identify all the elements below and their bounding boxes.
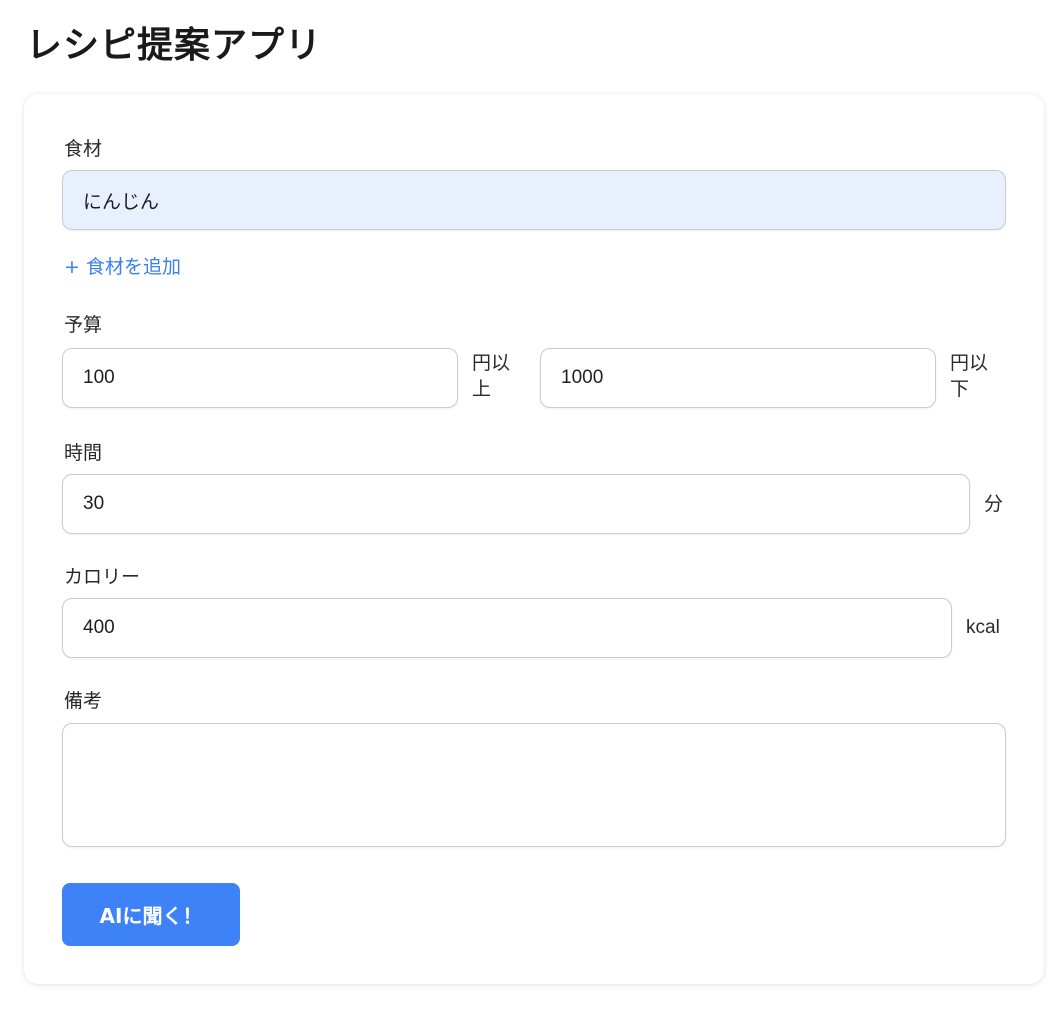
page-title: レシピ提案アプリ: [26, 25, 323, 66]
notes-textarea[interactable]: [62, 723, 1006, 847]
calories-unit: kcal: [966, 617, 1000, 638]
budget-min-unit: 円以上: [472, 352, 511, 400]
time-unit: 分: [984, 493, 1004, 515]
time-input[interactable]: [62, 474, 970, 534]
time-label: 時間: [64, 442, 103, 464]
budget-min-input[interactable]: [62, 348, 458, 408]
notes-label: 備考: [64, 690, 103, 712]
ask-ai-button[interactable]: AIに聞く！: [62, 883, 240, 946]
ingredient-input-1[interactable]: [62, 170, 1006, 230]
calories-input[interactable]: [62, 598, 952, 658]
recipe-form-card: 食材 + 食材を追加 予算 円以上 円以下 時間 分 カロリー kcal 備考 …: [24, 94, 1044, 984]
budget-max-input[interactable]: [540, 348, 936, 408]
ingredients-label: 食材: [64, 138, 103, 160]
budget-label: 予算: [64, 314, 103, 336]
add-ingredient-link[interactable]: + 食材を追加: [64, 252, 181, 279]
budget-max-unit: 円以下: [950, 352, 989, 400]
calories-label: カロリー: [64, 566, 141, 588]
